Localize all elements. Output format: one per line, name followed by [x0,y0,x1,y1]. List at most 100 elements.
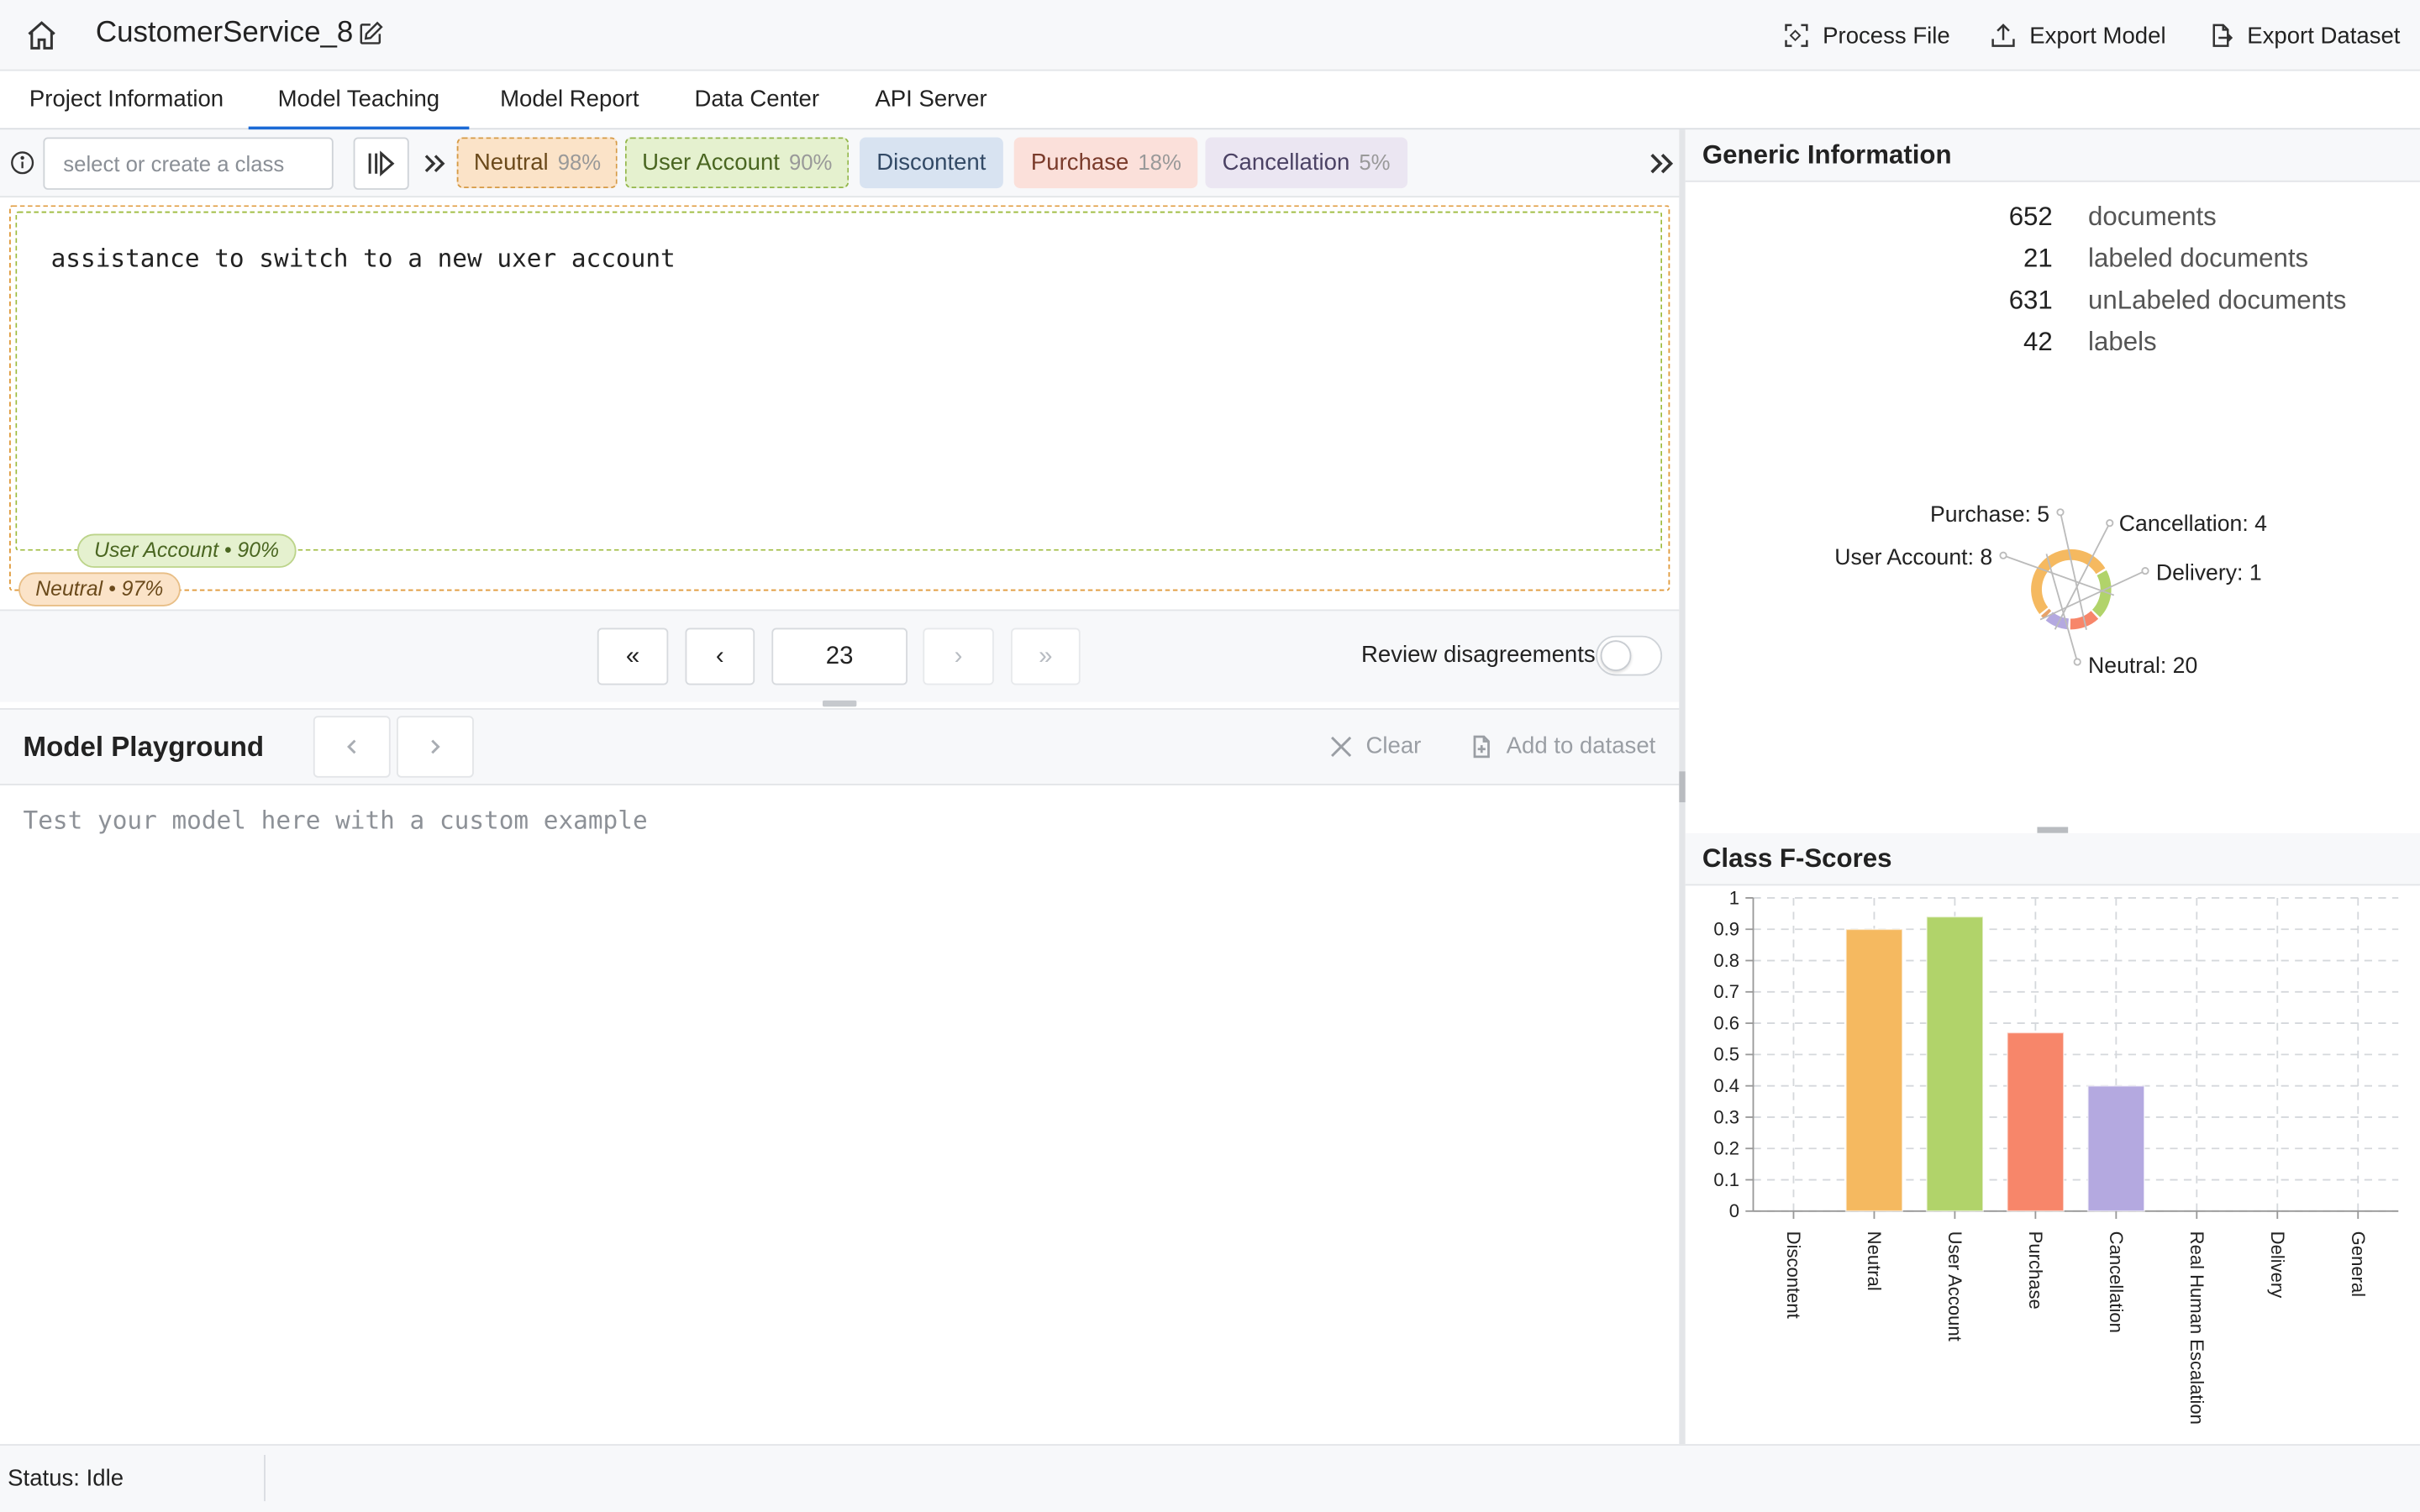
export-model-button[interactable]: Export Model [1990,18,2166,52]
expand-suggestions-button[interactable] [420,148,451,179]
file-export-icon [2212,24,2233,47]
donut-leader-dot [2056,508,2065,517]
stat-label: labels [2088,327,2157,357]
document-text[interactable]: assistance to switch to a new uxer accou… [51,244,676,273]
edit-icon[interactable] [356,20,384,48]
class-f-scores-chart: 0 0.1 0.2 0.3 0.4 0.5 0.6 0.7 0.8 0.9 1 Discontent N… [1713,889,2399,1425]
teaching-panel: Neutral 98% User Account 90% Discontent Pu… [0,129,1680,1444]
collapse-panel-icon[interactable] [1649,150,1676,177]
playground-next-button[interactable] [397,716,474,778]
playground-header: Model Playground Clear Add to dataset [0,708,1680,785]
play-step-icon [368,150,395,177]
playground-title: Model Playground [23,731,265,763]
toggle-knob [1600,640,1632,671]
donut-leader-dot [2141,566,2149,575]
y-tick-label: 0.4 [1713,1075,1739,1096]
label-toolbar: Neutral 98% User Account 90% Discontent Pu… [0,129,1680,198]
chip-purchase-label: Purchase [1030,150,1129,176]
donut-label: User Account: 8 [1834,544,1992,570]
process-file-label: Process File [1823,22,1950,49]
document-annotation-user-account: assistance to switch to a new uxer accou… [15,211,1663,551]
chevron-left-icon [347,739,356,754]
first-page-button[interactable]: « [597,627,669,685]
chip-discontent[interactable]: Discontent [860,137,1003,189]
x-tick-label: Discontent [1783,1231,1804,1319]
right-panel-resize-handle[interactable] [2037,827,2069,833]
last-page-button[interactable]: » [1011,627,1081,685]
tab-project-information[interactable]: Project Information [0,71,253,129]
chip-purchase[interactable]: Purchase 18% [1013,137,1199,189]
y-tick-label: 0 [1729,1200,1739,1221]
upload-icon [1991,24,2015,47]
document-pager: « ‹ 23 › » Review disagreements [0,609,1680,702]
next-page-button[interactable]: › [923,627,994,685]
chip-cancellation-pct: 5% [1359,150,1391,175]
chevron-right-icon [431,739,440,754]
bar-neutral[interactable] [1844,928,1903,1212]
x-tick-label: Neutral [1864,1231,1885,1291]
review-disagreements-toggle[interactable] [1596,635,1663,676]
bar-cancellation[interactable] [2086,1084,2145,1212]
vertical-resize-handle[interactable] [822,700,857,707]
chip-neutral[interactable]: Neutral 98% [456,137,618,189]
clear-button[interactable]: Clear [1328,732,1421,759]
stat-labeled-documents: 21 labeled documents [1686,244,2420,286]
chip-purchase-pct: 18% [1138,150,1181,175]
tab-model-report[interactable]: Model Report [471,71,668,129]
annotation-label-neutral[interactable]: Neutral • 97% [18,572,181,606]
process-file-button[interactable]: Process File [1782,18,1950,52]
export-dataset-button[interactable]: Export Dataset [2207,18,2400,52]
x-tick-label: General [2348,1231,2369,1297]
annotation-label-user-account[interactable]: User Account • 90% [76,533,297,568]
playground-prev-button[interactable] [313,716,391,778]
clear-label: Clear [1365,732,1422,759]
add-to-dataset-button[interactable]: Add to dataset [1470,732,1655,759]
bar-user-account[interactable] [1925,916,1984,1212]
x-tick-label: User Account [1944,1231,1965,1341]
export-model-label: Export Model [2029,22,2166,49]
class-select-input[interactable] [43,137,334,190]
chip-discontent-label: Discontent [876,150,986,176]
playground-input[interactable]: Test your model here with a custom examp… [24,806,648,835]
y-tick-label: 0.3 [1713,1106,1739,1127]
class-f-scores-header: Class F-Scores [1685,832,2420,886]
tab-api-server[interactable]: API Server [846,71,1017,129]
tab-data-center[interactable]: Data Center [666,71,849,129]
y-tick-label: 0.2 [1713,1138,1739,1159]
donut-label: Cancellation: 4 [2119,511,2267,536]
tab-model-teaching[interactable]: Model Teaching [248,71,469,130]
chip-user-account[interactable]: User Account 90% [624,137,850,189]
donut-leader-line [2039,570,2146,621]
x-tick-label: Real Human Escalation [2186,1231,2207,1425]
bar-purchase[interactable] [2006,1032,2065,1212]
chip-neutral-pct: 98% [557,150,602,175]
y-tick-label: 0.6 [1713,1012,1739,1033]
chip-user-account-label: User Account [642,150,780,176]
generic-information-title: Generic Information [1702,140,1952,171]
info-icon[interactable] [9,150,35,176]
page-number-input[interactable]: 23 [771,627,908,685]
chip-cancellation[interactable]: Cancellation 5% [1205,137,1407,189]
stat-value: 21 [2023,244,2053,274]
stat-value: 631 [2008,285,2053,315]
stat-labels: 42 labels [1686,327,2420,369]
horizontal-resize-handle[interactable] [1679,771,1686,803]
donut-label: Purchase: 5 [1930,501,2049,527]
run-button[interactable] [353,137,409,190]
stat-value: 42 [2023,327,2053,357]
y-tick-label: 1 [1729,889,1739,908]
stat-value: 652 [2008,202,2053,232]
home-icon[interactable] [24,18,58,52]
donut-leader-dot [2073,658,2081,666]
y-tick-label: 0.1 [1713,1169,1739,1190]
status-divider [264,1455,266,1502]
file-plus-icon [1473,734,1490,758]
project-title: CustomerService_8 [95,17,354,50]
donut-label: Neutral: 20 [2088,653,2197,678]
prev-page-button[interactable]: ‹ [685,627,755,685]
chip-cancellation-label: Cancellation [1222,150,1350,176]
stat-label: documents [2088,202,2217,232]
chip-neutral-label: Neutral [473,150,549,176]
scan-icon [1785,24,1808,47]
export-dataset-label: Export Dataset [2247,22,2401,49]
